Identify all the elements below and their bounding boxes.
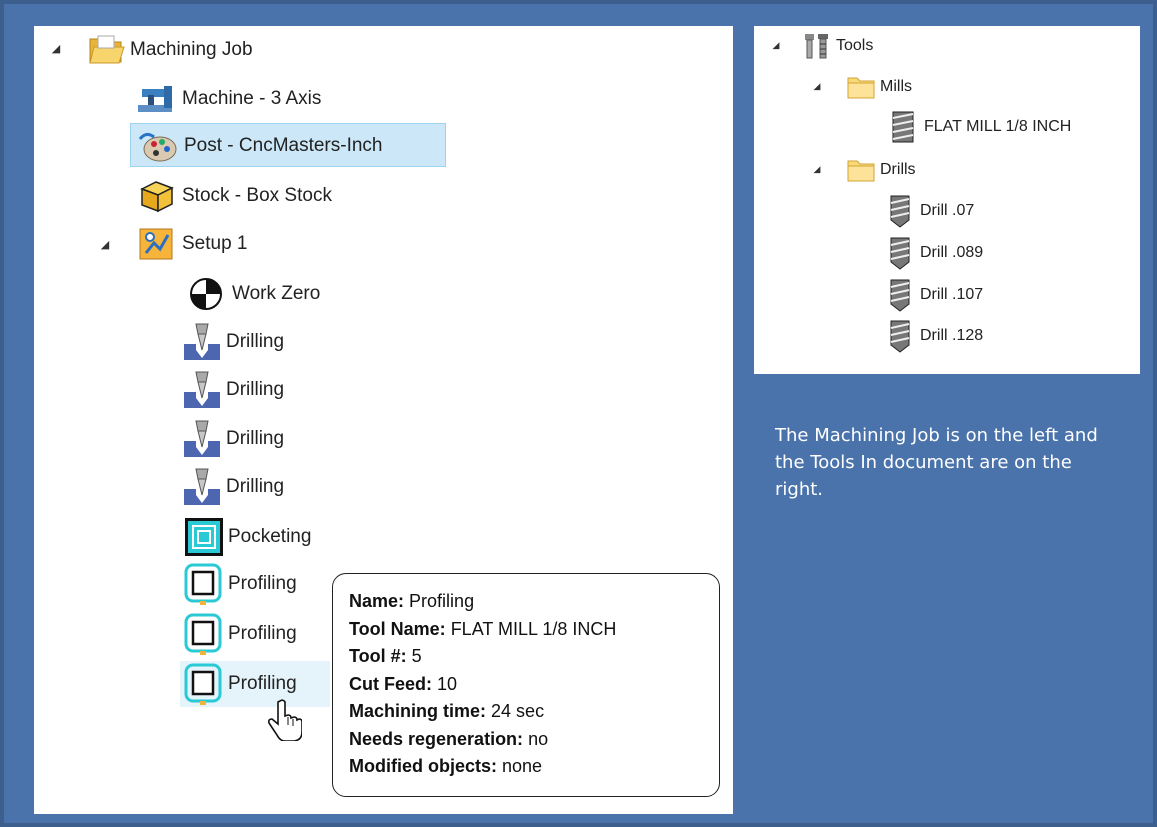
- tree-item-tool[interactable]: FLAT MILL 1/8 INCH: [886, 110, 1071, 144]
- drilling-op-icon: [184, 420, 220, 457]
- tree-item-tool[interactable]: Drill .07: [886, 194, 974, 228]
- operation-tooltip: Name: Profiling Tool Name: FLAT MILL 1/8…: [332, 573, 720, 797]
- drill-tool-icon: [890, 195, 910, 228]
- box-stock-icon: [140, 181, 174, 213]
- tree-item-work-zero[interactable]: Work Zero: [188, 274, 320, 314]
- tree-item-label: Drilling: [226, 476, 285, 497]
- tooltip-modified-objects-line: Modified objects: none: [349, 756, 543, 776]
- tree-item-label: Profiling: [228, 623, 297, 644]
- tree-item-label: Machine - 3 Axis: [182, 88, 322, 109]
- collapse-arrow-icon[interactable]: ◢: [49, 42, 63, 55]
- tree-item-mills-folder[interactable]: Mills: [846, 70, 912, 104]
- tree-item-label: Machining Job: [130, 39, 253, 60]
- folder-icon: [847, 77, 875, 99]
- drilling-op-icon: [184, 468, 220, 505]
- setup-icon: [139, 228, 173, 260]
- work-zero-icon: [190, 278, 222, 310]
- tooltip-tool-number-line: Tool #: 5: [349, 646, 422, 666]
- tree-item-operation[interactable]: Profiling: [184, 563, 297, 605]
- tree-item-operation-hovered[interactable]: Profiling: [184, 663, 297, 705]
- drilling-op-icon: [184, 371, 220, 408]
- tree-item-tool[interactable]: Drill .089: [886, 236, 983, 270]
- folder-icon: [847, 160, 875, 182]
- tree-item-label: Stock - Box Stock: [182, 185, 332, 206]
- profiling-op-icon: [184, 563, 222, 605]
- tree-item-label: Tools: [836, 37, 874, 54]
- post-processor-icon: [138, 132, 177, 162]
- tree-item-tool[interactable]: Drill .128: [886, 319, 983, 353]
- tools-tree: ◢ Tools ◢ Mills FLAT MILL 1/8 INCH ◢ Dri…: [754, 26, 1140, 374]
- tree-item-label: Profiling: [228, 573, 297, 594]
- tree-item-label: Drilling: [226, 379, 285, 400]
- mill-tool-icon: [892, 111, 914, 143]
- tree-item-label: Work Zero: [232, 283, 321, 304]
- tree-item-label: Profiling: [228, 673, 297, 694]
- tree-item-operation[interactable]: Pocketing: [184, 517, 311, 557]
- tree-item-label: Post - CncMasters-Inch: [184, 135, 383, 156]
- profiling-op-icon: [184, 663, 222, 705]
- folder-open-icon: [89, 35, 125, 64]
- pocketing-op-icon: [185, 518, 223, 556]
- collapse-arrow-icon[interactable]: ◢: [769, 40, 783, 51]
- tree-item-operation[interactable]: Profiling: [184, 613, 297, 655]
- tree-item-label: Drill .128: [920, 327, 984, 344]
- tree-item-operation[interactable]: Drilling: [182, 467, 284, 507]
- tree-item-label: Pocketing: [228, 526, 312, 547]
- tree-item-tool[interactable]: Drill .107: [886, 278, 983, 312]
- collapse-arrow-icon[interactable]: ◢: [810, 164, 824, 175]
- caption-text: The Machining Job is on the left and the…: [775, 425, 1098, 500]
- tree-item-label: FLAT MILL 1/8 INCH: [924, 118, 1072, 135]
- profiling-op-icon: [184, 613, 222, 655]
- tree-item-machine[interactable]: Machine - 3 Axis: [138, 79, 321, 119]
- tooltip-regeneration-line: Needs regeneration: no: [349, 728, 549, 749]
- hand-cursor-icon: [268, 699, 302, 741]
- tree-item-drills-folder[interactable]: Drills: [846, 153, 916, 187]
- tree-item-operation[interactable]: Drilling: [182, 322, 284, 362]
- tree-item-label: Drilling: [226, 428, 285, 449]
- tooltip-tool-name-line: Tool Name: FLAT MILL 1/8 INCH: [349, 618, 617, 639]
- tree-item-label: Drill .089: [920, 244, 984, 261]
- drilling-op-icon: [184, 323, 220, 360]
- tree-item-label: Setup 1: [182, 233, 248, 254]
- tree-item-machining-job[interactable]: Machining Job: [88, 30, 253, 70]
- tree-item-label: Mills: [880, 78, 912, 95]
- tooltip-machining-time-line: Machining time: 24 sec: [349, 701, 545, 721]
- tree-item-tools[interactable]: Tools: [802, 29, 873, 63]
- machine-icon: [138, 86, 172, 112]
- drill-tool-icon: [890, 237, 910, 270]
- tooltip-cut-feed-line: Cut Feed: 10: [349, 673, 458, 694]
- collapse-arrow-icon[interactable]: ◢: [98, 238, 112, 251]
- tree-item-label: Drilling: [226, 331, 285, 352]
- tools-icon: [805, 34, 828, 59]
- tree-item-label: Drill .107: [920, 286, 984, 303]
- tooltip-name-line: Name: Profiling: [349, 591, 475, 611]
- tree-item-operation[interactable]: Drilling: [182, 419, 284, 459]
- collapse-arrow-icon[interactable]: ◢: [810, 81, 824, 92]
- tree-item-operation[interactable]: Drilling: [182, 370, 284, 410]
- tree-item-label: Drill .07: [920, 202, 975, 219]
- tree-item-label: Drills: [880, 161, 916, 178]
- tree-item-stock[interactable]: Stock - Box Stock: [138, 176, 332, 216]
- tree-item-post[interactable]: Post - CncMasters-Inch: [134, 126, 383, 166]
- tree-item-setup-1[interactable]: Setup 1: [138, 224, 248, 264]
- drill-tool-icon: [890, 320, 910, 353]
- drill-tool-icon: [890, 279, 910, 312]
